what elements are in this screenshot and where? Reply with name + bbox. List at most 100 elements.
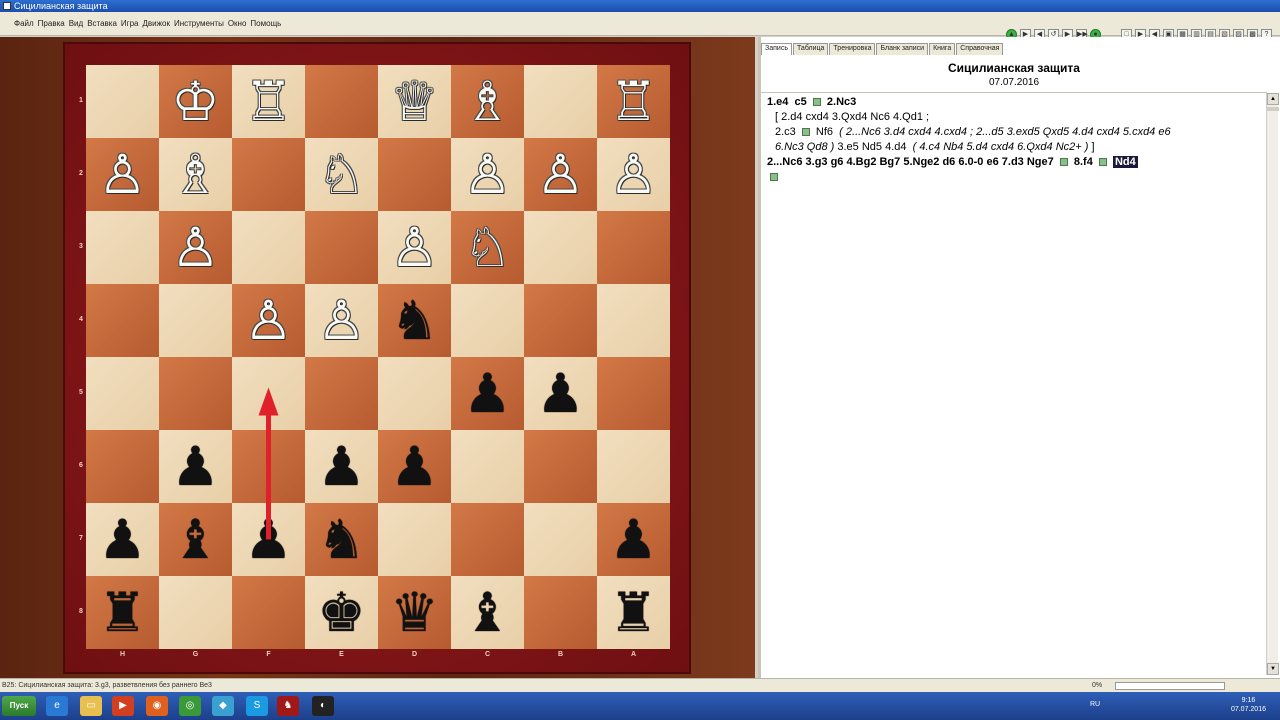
board-square[interactable] [305, 357, 378, 430]
white-piece-h2[interactable]: ♙ [86, 138, 159, 211]
start-button[interactable]: Пуск [2, 696, 36, 716]
clock[interactable]: 9:16 07.07.2016 [1231, 696, 1266, 714]
menu-item[interactable]: Файл [14, 19, 34, 28]
variation-text[interactable]: Nf6 [816, 126, 833, 138]
chess-board[interactable]: ♔ ♖ ♕ ♗ ♖ ♙ ♗ ♘ ♙ ♙ ♙ ♙ ♙ ♘ ♙ ♙ ♞ ♟ ♟ ♟ ♟ ♟ ♟ ♝ ♟ ♞ ♟ ♜ ♚ ♛ ♝ ♜ [86, 65, 670, 649]
board-square[interactable] [524, 65, 597, 138]
board-square[interactable] [86, 211, 159, 284]
ie-icon[interactable]: e [46, 696, 68, 716]
board-square[interactable] [232, 138, 305, 211]
board-square[interactable] [159, 284, 232, 357]
variation-text[interactable]: [ 2.d4 cxd4 3.Qxd4 Nc6 4.Qd1 ; [775, 111, 929, 123]
folder-icon[interactable]: ▭ [80, 696, 102, 716]
main-line[interactable]: 2...Nc6 3.g3 g6 4.Bg2 Bg7 5.Nge2 d6 6.0-… [767, 156, 1054, 168]
white-piece-c3[interactable]: ♘ [451, 211, 524, 284]
board-square[interactable] [597, 211, 670, 284]
white-piece-f1[interactable]: ♖ [232, 65, 305, 138]
white-piece-c1[interactable]: ♗ [451, 65, 524, 138]
white-piece-b2[interactable]: ♙ [524, 138, 597, 211]
menu-item[interactable]: Игра [121, 19, 139, 28]
menu-item[interactable]: Инструменты [174, 19, 224, 28]
board-square[interactable] [524, 576, 597, 649]
chess-app-icon[interactable]: ♞ [277, 696, 299, 716]
tab-4[interactable]: Книга [929, 43, 956, 55]
scroll-thumb[interactable] [1267, 107, 1279, 111]
notation-scrollbar[interactable]: ▲ ▼ [1266, 93, 1279, 675]
board-square[interactable] [451, 284, 524, 357]
menu-item[interactable]: Вставка [87, 19, 117, 28]
black-piece-a7[interactable]: ♟ [597, 503, 670, 576]
skype-icon[interactable]: S [246, 696, 268, 716]
menu-item[interactable]: Вид [69, 19, 83, 28]
board-square[interactable] [159, 576, 232, 649]
board-square[interactable] [451, 430, 524, 503]
white-piece-g2[interactable]: ♗ [159, 138, 232, 211]
subvariation-text[interactable]: ( 4.c4 Nb4 5.d4 cxd4 6.Qxd4 Nc2+ ) [913, 141, 1089, 153]
subvariation-text[interactable]: 6.Nc3 Qd8 ) [775, 141, 834, 153]
black-piece-d6[interactable]: ♟ [378, 430, 451, 503]
board-square[interactable] [378, 138, 451, 211]
board-square[interactable] [86, 430, 159, 503]
tab-5[interactable]: Справочная [956, 43, 1004, 55]
language-indicator[interactable]: RU [1090, 701, 1100, 708]
move[interactable]: 8.f4 [1074, 156, 1093, 168]
board-square[interactable] [378, 357, 451, 430]
board-square[interactable] [451, 503, 524, 576]
white-piece-a2[interactable]: ♙ [597, 138, 670, 211]
board-square[interactable] [524, 430, 597, 503]
black-piece-d8[interactable]: ♛ [378, 576, 451, 649]
game-notation[interactable]: 1.e4 c5 2.Nc3 [ 2.d4 cxd4 3.Qxd4 Nc6 4.Q… [767, 95, 1257, 185]
white-piece-f4[interactable]: ♙ [232, 284, 305, 357]
black-piece-c8[interactable]: ♝ [451, 576, 524, 649]
white-piece-g1[interactable]: ♔ [159, 65, 232, 138]
media-player-icon[interactable]: ▶ [112, 696, 134, 716]
board-square[interactable] [597, 357, 670, 430]
menu-item[interactable]: Помощь [250, 19, 281, 28]
black-piece-b5[interactable]: ♟ [524, 357, 597, 430]
board-square[interactable] [86, 284, 159, 357]
variation-text[interactable]: 2.c3 [775, 126, 796, 138]
white-piece-g3[interactable]: ♙ [159, 211, 232, 284]
black-piece-e6[interactable]: ♟ [305, 430, 378, 503]
board-square[interactable] [597, 284, 670, 357]
recorder-icon[interactable]: ◐ [312, 696, 334, 716]
board-square[interactable] [305, 65, 378, 138]
white-piece-d3[interactable]: ♙ [378, 211, 451, 284]
board-square[interactable] [597, 430, 670, 503]
black-piece-g6[interactable]: ♟ [159, 430, 232, 503]
black-piece-c5[interactable]: ♟ [451, 357, 524, 430]
board-square[interactable] [86, 357, 159, 430]
board-square[interactable] [305, 211, 378, 284]
board-square[interactable] [524, 211, 597, 284]
white-piece-a1[interactable]: ♖ [597, 65, 670, 138]
move[interactable]: 2.Nc3 [827, 96, 856, 108]
tab-0[interactable]: Запись [761, 43, 792, 55]
black-piece-d4[interactable]: ♞ [378, 284, 451, 357]
menu-item[interactable]: Окно [228, 19, 247, 28]
board-square[interactable] [232, 430, 305, 503]
menu-item[interactable]: Движок [143, 19, 170, 28]
black-piece-f7[interactable]: ♟ [232, 503, 305, 576]
black-piece-a8[interactable]: ♜ [597, 576, 670, 649]
board-square[interactable] [524, 284, 597, 357]
scroll-up-icon[interactable]: ▲ [1267, 93, 1279, 105]
black-piece-h7[interactable]: ♟ [86, 503, 159, 576]
white-piece-c2[interactable]: ♙ [451, 138, 524, 211]
board-square[interactable] [232, 211, 305, 284]
board-square[interactable] [86, 65, 159, 138]
board-square[interactable] [232, 357, 305, 430]
app-icon[interactable]: ◆ [212, 696, 234, 716]
board-square[interactable] [232, 576, 305, 649]
board-square[interactable] [159, 357, 232, 430]
white-piece-e2[interactable]: ♘ [305, 138, 378, 211]
board-square[interactable] [524, 503, 597, 576]
chrome-icon[interactable]: ◎ [179, 696, 201, 716]
black-piece-g7[interactable]: ♝ [159, 503, 232, 576]
move[interactable]: 1.e4 [767, 96, 788, 108]
subvariation-text[interactable]: ( 2...Nc6 3.d4 cxd4 4.cxd4 ; 2...d5 3.ex… [839, 126, 1170, 138]
tab-3[interactable]: Бланк записи [876, 43, 929, 55]
black-piece-e8[interactable]: ♚ [305, 576, 378, 649]
move[interactable]: c5 [795, 96, 807, 108]
variation-text[interactable]: 3.e5 Nd5 4.d4 [837, 141, 906, 153]
current-move[interactable]: Nd4 [1112, 156, 1138, 168]
